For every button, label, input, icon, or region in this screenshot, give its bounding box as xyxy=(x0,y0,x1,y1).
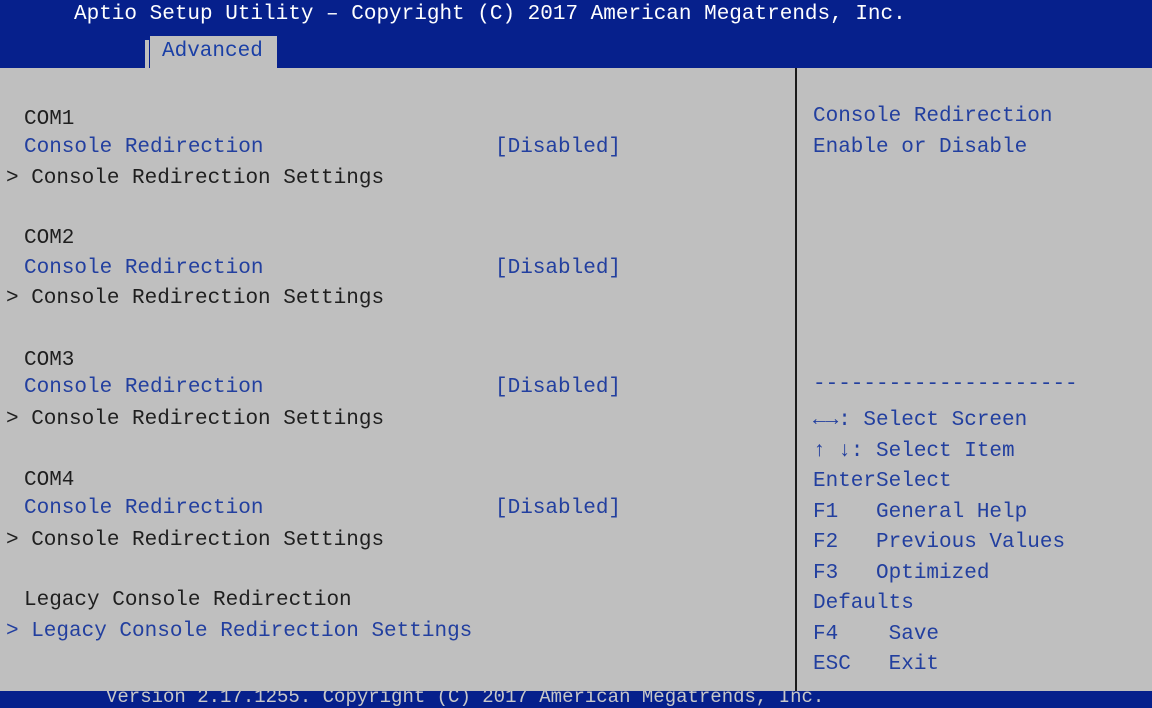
com4-redirection-settings-link[interactable]: > Console Redirection Settings xyxy=(6,524,384,558)
com2-redirection-settings-link[interactable]: > Console Redirection Settings xyxy=(6,282,384,316)
com3-redirection-settings-link[interactable]: > Console Redirection Settings xyxy=(6,403,384,437)
key-select-screen: ←→: Select Screen xyxy=(813,409,1028,432)
key-enter-select: EnterSelect xyxy=(813,470,952,493)
settings-panel: COM1 Console Redirection [Disabled] > Co… xyxy=(0,68,795,691)
help-title: Console Redirection xyxy=(813,105,1053,128)
key-select-item: ↑ ↓: Select Item xyxy=(813,439,1015,463)
com2-console-redirection-label[interactable]: Console Redirection xyxy=(24,252,263,286)
key-esc-exit: ESC Exit xyxy=(813,653,940,676)
footer-bar: Version 2.17.1255. Copyright (C) 2017 Am… xyxy=(0,691,1152,708)
help-description: Enable or Disable xyxy=(813,136,1028,159)
app-title: Aptio Setup Utility – Copyright (C) 2017… xyxy=(74,3,906,26)
com1-console-redirection-value[interactable]: [Disabled] xyxy=(495,131,621,165)
tab-edge xyxy=(145,40,149,68)
title-bar: Aptio Setup Utility – Copyright (C) 2017… xyxy=(0,0,1152,68)
key-legend: ←→: Select Screen ↑ ↓: Select Item Enter… xyxy=(813,406,1143,681)
help-panel: Console Redirection Enable or Disable --… xyxy=(797,68,1152,691)
legacy-heading: Legacy Console Redirection xyxy=(24,589,352,612)
com3-console-redirection-label[interactable]: Console Redirection xyxy=(24,371,263,405)
com2-heading: COM2 xyxy=(24,227,75,250)
com4-console-redirection-value[interactable]: [Disabled] xyxy=(495,492,621,526)
com2-console-redirection-value[interactable]: [Disabled] xyxy=(495,252,621,286)
com4-console-redirection-label[interactable]: Console Redirection xyxy=(24,492,263,526)
tab-advanced[interactable]: Advanced xyxy=(150,36,277,68)
com1-console-redirection-label[interactable]: Console Redirection xyxy=(24,131,263,165)
legacy-redirection-settings-link[interactable]: > Legacy Console Redirection Settings xyxy=(6,615,472,649)
version-text: Version 2.17.1255. Copyright (C) 2017 Am… xyxy=(106,691,825,708)
key-f3-defaults: Defaults xyxy=(813,592,914,615)
com3-console-redirection-value[interactable]: [Disabled] xyxy=(495,371,621,405)
key-f3-optimized: F3 Optimized xyxy=(813,561,990,585)
key-f4-save: F4 Save xyxy=(813,622,940,646)
key-f1-help: F1 General Help xyxy=(813,500,1028,524)
bios-setup-screen: Aptio Setup Utility – Copyright (C) 2017… xyxy=(0,0,1152,708)
key-f2-previous: F2 Previous Values xyxy=(813,531,1066,554)
com1-redirection-settings-link[interactable]: > Console Redirection Settings xyxy=(6,162,384,196)
help-separator: --------------------- xyxy=(813,373,1078,396)
